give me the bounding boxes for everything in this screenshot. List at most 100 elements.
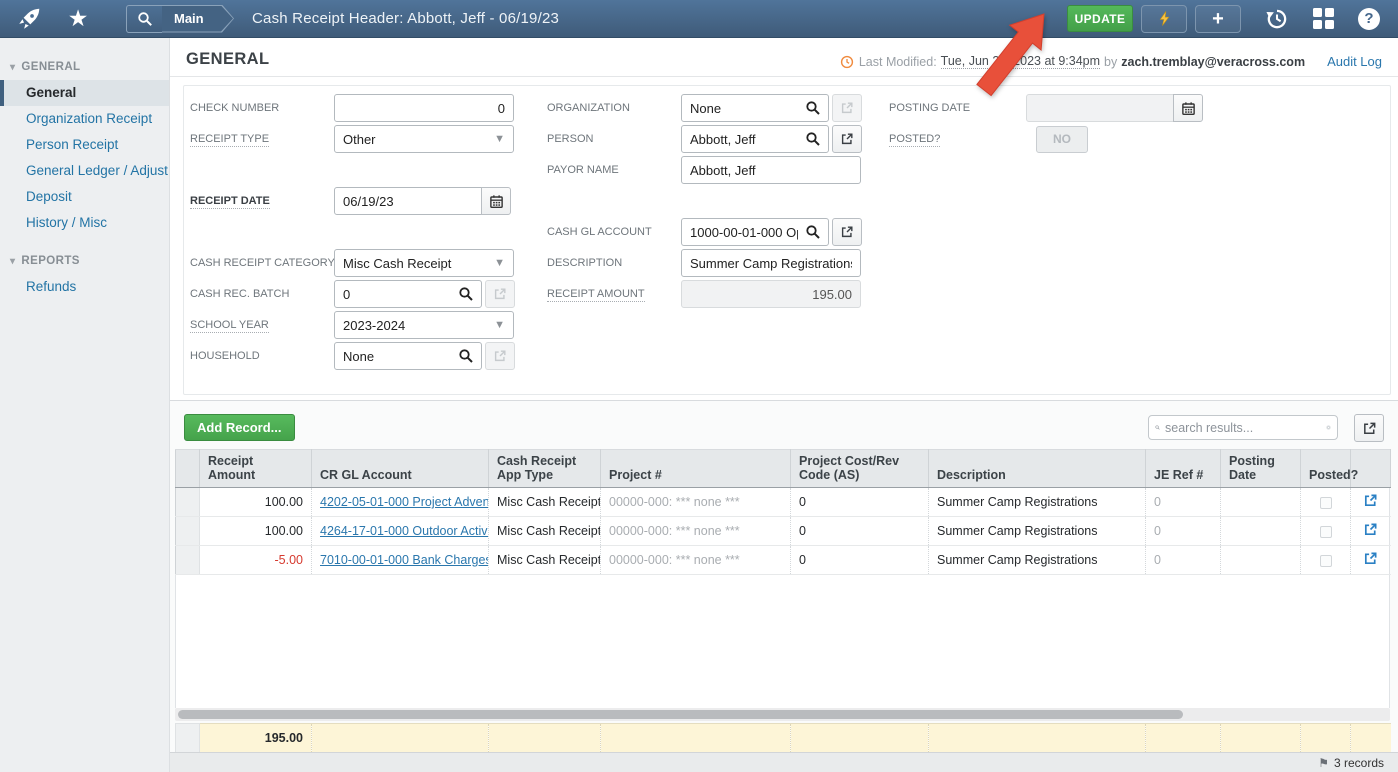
- calendar-icon[interactable]: [481, 187, 511, 215]
- cash-receipt-items-table: Receipt Amount CR GL Account Cash Receip…: [175, 449, 1391, 575]
- window-title: Cash Receipt Header: Abbott, Jeff - 06/1…: [252, 10, 559, 27]
- check-number-input[interactable]: [334, 94, 514, 122]
- search-icon[interactable]: [458, 286, 474, 305]
- posted-checkbox[interactable]: [1320, 497, 1332, 509]
- cell-posting-date: [1221, 488, 1301, 517]
- search-results-input[interactable]: [1165, 421, 1326, 435]
- person-label: PERSON: [547, 133, 681, 145]
- sidebar-section-general[interactable]: ▾GENERAL: [0, 54, 169, 80]
- external-link-icon[interactable]: [832, 218, 862, 246]
- col-receipt-amount[interactable]: Receipt Amount: [200, 450, 312, 488]
- cell-project: 00000-000: *** none ***: [601, 546, 791, 575]
- household-input[interactable]: None: [334, 342, 482, 370]
- col-description[interactable]: Description: [929, 450, 1146, 488]
- star-icon[interactable]: ★: [58, 5, 98, 32]
- col-cost-rev-code[interactable]: Project Cost/Rev Code (AS): [791, 450, 929, 488]
- add-button[interactable]: +: [1195, 5, 1241, 33]
- cash-receipt-category-select[interactable]: Misc Cash Receipt▼: [334, 249, 514, 277]
- flag-icon: ⚑: [1318, 756, 1329, 770]
- gl-account-link[interactable]: 4202-05-01-000 Project Adventu...: [320, 495, 489, 509]
- record-count: 3 records: [1334, 756, 1384, 770]
- calendar-icon[interactable]: [1173, 94, 1203, 122]
- totals-row: 195.00: [175, 723, 1391, 753]
- external-link-icon[interactable]: [1363, 522, 1378, 537]
- cell-posting-date: [1221, 546, 1301, 575]
- col-project[interactable]: Project #: [601, 450, 791, 488]
- help-icon[interactable]: ?: [1358, 8, 1380, 30]
- collapse-triangle-icon: ▾: [10, 62, 15, 73]
- gl-account-link[interactable]: 7010-00-01-000 Bank Charges: [320, 553, 489, 567]
- quick-actions-button[interactable]: [1141, 5, 1187, 33]
- cash-receipt-category-label: CASH RECEIPT CATEGORY: [190, 257, 334, 269]
- sidebar-item-general[interactable]: General: [0, 80, 169, 106]
- cell-amount: 100.00: [200, 488, 312, 517]
- external-link-icon: [485, 342, 515, 370]
- clear-icon[interactable]: [1326, 421, 1331, 434]
- scrollbar-thumb[interactable]: [178, 710, 1183, 719]
- external-link-icon[interactable]: [1363, 493, 1378, 508]
- cell-amount: 100.00: [200, 517, 312, 546]
- sidebar-item-general-ledger-adjust[interactable]: General Ledger / Adjust: [0, 158, 169, 184]
- rocket-icon[interactable]: [12, 5, 46, 33]
- organization-input[interactable]: None: [681, 94, 829, 122]
- last-modified-user: zach.tremblay@veracross.com: [1121, 55, 1305, 69]
- cell-je-ref: 0: [1146, 546, 1221, 575]
- sidebar-section-reports[interactable]: ▾REPORTS: [0, 248, 169, 274]
- update-button[interactable]: UPDATE: [1067, 5, 1133, 32]
- sidebar-item-organization-receipt[interactable]: Organization Receipt: [0, 106, 169, 132]
- household-label: HOUSEHOLD: [190, 350, 334, 362]
- search-icon[interactable]: [805, 100, 821, 119]
- cell-description: Summer Camp Registrations: [929, 517, 1146, 546]
- posted-checkbox[interactable]: [1320, 555, 1332, 567]
- last-modified-date[interactable]: Tue, Jun 27, 2023 at 9:34pm: [941, 54, 1100, 69]
- description-input[interactable]: [681, 249, 861, 277]
- cell-gl-account: 7010-00-01-000 Bank Charges: [312, 546, 489, 575]
- external-link-icon: [485, 280, 515, 308]
- receipt-type-label: RECEIPT TYPE: [190, 133, 334, 145]
- receipt-type-select[interactable]: Other▼: [334, 125, 514, 153]
- receipt-date-input[interactable]: [334, 187, 482, 215]
- col-cr-gl-account[interactable]: CR GL Account: [312, 450, 489, 488]
- chevron-down-icon: ▼: [494, 257, 505, 269]
- history-icon[interactable]: [1265, 7, 1289, 31]
- cash-rec-batch-input[interactable]: 0: [334, 280, 482, 308]
- breadcrumb-main-tab[interactable]: Main: [162, 5, 234, 33]
- school-year-select[interactable]: 2023-2024▼: [334, 311, 514, 339]
- posted-checkbox[interactable]: [1320, 526, 1332, 538]
- external-link-icon[interactable]: [832, 125, 862, 153]
- sidebar-item-person-receipt[interactable]: Person Receipt: [0, 132, 169, 158]
- external-link-icon[interactable]: [1354, 414, 1384, 442]
- chevron-down-icon: ▼: [494, 319, 505, 331]
- person-input[interactable]: Abbott, Jeff: [681, 125, 829, 153]
- cash-gl-account-input[interactable]: 1000-00-01-000 Opera: [681, 218, 829, 246]
- cell-project: 00000-000: *** none ***: [601, 488, 791, 517]
- cell-open: [1351, 488, 1391, 517]
- school-year-label: SCHOOL YEAR: [190, 319, 334, 331]
- apps-grid-icon[interactable]: [1313, 8, 1334, 29]
- cell-amount: -5.00: [200, 546, 312, 575]
- chevron-down-icon: ▼: [494, 133, 505, 145]
- check-number-label: CHECK NUMBER: [190, 102, 334, 114]
- cell-posted: [1301, 488, 1351, 517]
- horizontal-scrollbar[interactable]: [175, 708, 1390, 721]
- external-link-icon[interactable]: [1363, 551, 1378, 566]
- col-posting-date[interactable]: Posting Date: [1221, 450, 1301, 488]
- receipt-amount-label: RECEIPT AMOUNT: [547, 288, 681, 300]
- col-app-type[interactable]: Cash Receipt App Type: [489, 450, 601, 488]
- search-icon[interactable]: [805, 131, 821, 150]
- audit-log-link[interactable]: Audit Log: [1327, 54, 1382, 69]
- sidebar-item-refunds[interactable]: Refunds: [0, 274, 169, 300]
- posting-date-label: POSTING DATE: [889, 102, 1026, 114]
- col-posted[interactable]: Posted?: [1301, 450, 1351, 488]
- gl-account-link[interactable]: 4264-17-01-000 Outdoor Activity...: [320, 524, 489, 538]
- search-icon[interactable]: [805, 224, 821, 243]
- sidebar-item-deposit[interactable]: Deposit: [0, 184, 169, 210]
- cash-rec-batch-label: CASH REC. BATCH: [190, 288, 334, 300]
- sidebar-item-history-misc[interactable]: History / Misc: [0, 210, 169, 236]
- col-je-ref[interactable]: JE Ref #: [1146, 450, 1221, 488]
- sidebar: ▾GENERAL General Organization Receipt Pe…: [0, 38, 170, 772]
- search-icon[interactable]: [458, 348, 474, 367]
- search-icon[interactable]: [126, 5, 162, 33]
- add-record-button[interactable]: Add Record...: [184, 414, 295, 441]
- payor-name-input[interactable]: [681, 156, 861, 184]
